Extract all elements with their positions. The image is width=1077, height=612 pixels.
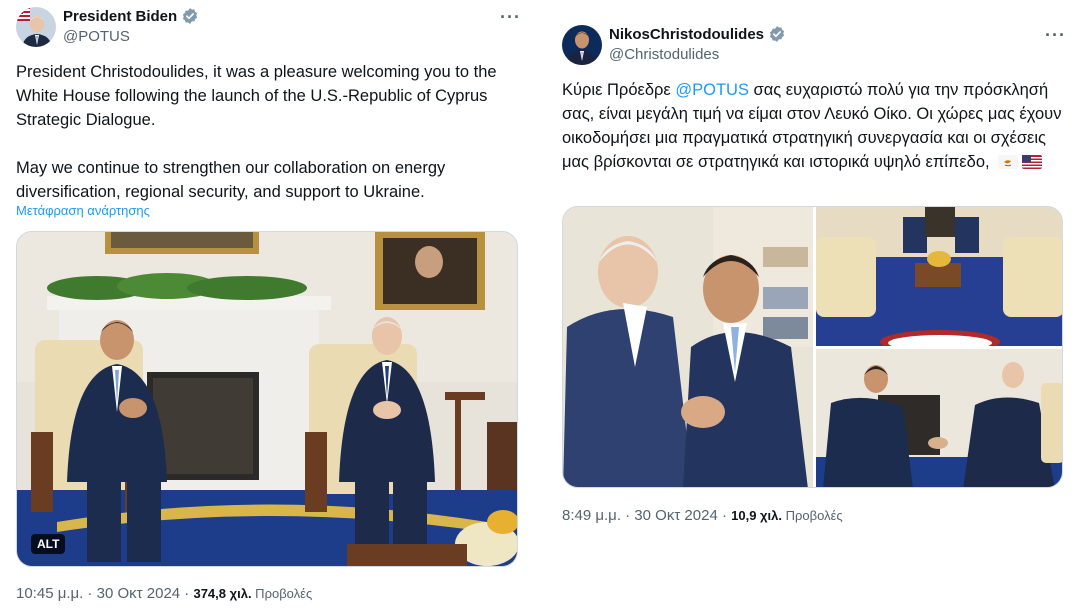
translate-post-link[interactable]: Μετάφραση ανάρτησης	[16, 203, 150, 218]
oval-office-photo	[17, 232, 517, 566]
avatar-potus[interactable]	[16, 7, 56, 47]
timestamp[interactable]: 8:49 μ.μ. · 30 Οκτ 2024 ·	[562, 507, 731, 524]
tweet-photo[interactable]: ALT	[16, 231, 518, 567]
tweet-metadata: 8:49 μ.μ. · 30 Οκτ 2024 · 10,9 χιλ. Προβ…	[562, 507, 843, 524]
tweet-text-start: Κύριε Πρόεδρε	[562, 81, 676, 99]
tweet-text: President Christodoulides, it was a plea…	[16, 63, 497, 201]
alt-text-badge[interactable]: ALT	[31, 534, 66, 554]
us-flag-icon	[1022, 155, 1043, 169]
views-count: 374,8 χιλ.	[193, 586, 252, 601]
more-options-icon[interactable]: ···	[500, 8, 521, 26]
tweet-text: Κύριε Πρόεδρε @POTUS σας ευχαριστώ πολύ …	[562, 78, 1062, 174]
display-name[interactable]: NikosChristodoulides	[609, 26, 764, 43]
tweet-potus[interactable]: President Biden @POTUS ··· President Chr…	[0, 0, 530, 612]
avatar-christodulides[interactable]	[562, 25, 602, 65]
views-count: 10,9 χιλ.	[731, 508, 782, 523]
handle[interactable]: @POTUS	[63, 28, 130, 45]
display-name[interactable]: President Biden	[63, 8, 177, 25]
timestamp[interactable]: 10:45 μ.μ. · 30 Οκτ 2024 ·	[16, 585, 193, 602]
tweet-christodulides[interactable]: NikosChristodoulides @Christodulides ···…	[548, 0, 1077, 612]
oval-office-handshake-photo	[816, 349, 1062, 487]
cyprus-flag-icon	[998, 155, 1019, 169]
handshake-photo	[563, 207, 813, 487]
oval-office-wide-photo	[816, 207, 1062, 354]
handle[interactable]: @Christodulides	[609, 46, 719, 63]
photo-grid	[563, 207, 1062, 487]
verified-badge-icon	[769, 26, 785, 42]
views-label: Προβολές	[251, 586, 313, 601]
views-label: Προβολές	[781, 508, 843, 523]
mention-potus-link[interactable]: @POTUS	[675, 81, 749, 99]
more-options-icon[interactable]: ···	[1045, 26, 1066, 44]
author-name-row: President Biden	[63, 7, 199, 25]
tweet-metadata: 10:45 μ.μ. · 30 Οκτ 2024 · 374,8 χιλ. Πρ…	[16, 585, 312, 602]
verified-badge-icon	[183, 8, 198, 24]
author-name-row: NikosChristodoulides	[609, 25, 786, 43]
tweet-photo-grid[interactable]	[562, 206, 1063, 488]
